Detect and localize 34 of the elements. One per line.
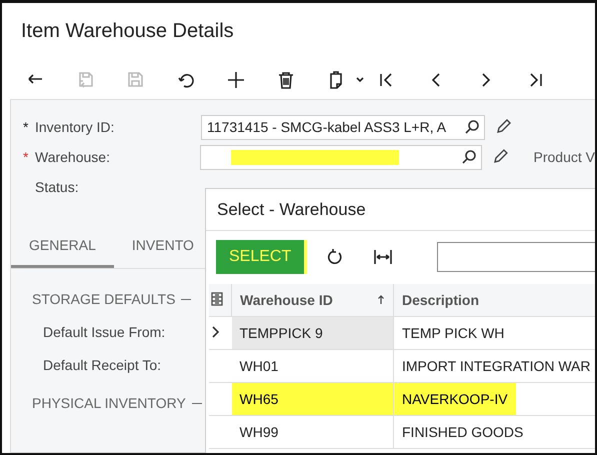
table-cell: WH99	[232, 416, 394, 448]
required-mark: *	[23, 119, 30, 135]
table-cell: TEMPPICK 9	[232, 316, 394, 350]
field-label: Inventory ID:	[35, 119, 114, 135]
tab[interactable]: INVENTO	[114, 223, 212, 268]
page-title: Item Warehouse Details	[21, 20, 235, 44]
lookup-field[interactable]: 11731415 - SMCG-kabel ASS3 L+R, A	[201, 114, 485, 140]
column-header[interactable]: Warehouse ID	[232, 284, 394, 316]
field-label: Default Issue From:	[43, 324, 166, 340]
search-field[interactable]	[437, 242, 595, 272]
search-icon[interactable]	[460, 149, 477, 165]
required-mark: *	[23, 149, 30, 165]
table-cell: NAVERKOOP-IV	[394, 383, 516, 415]
column-header[interactable]: Description	[394, 284, 595, 316]
column-settings-icon[interactable]	[211, 292, 223, 306]
field-label: Default Receipt To:	[43, 357, 162, 373]
lookup-field[interactable]	[200, 144, 482, 170]
tab[interactable]: GENERAL	[11, 223, 114, 268]
table-cell: WH65	[232, 383, 393, 415]
dialog-title: Select - Warehouse	[217, 200, 366, 219]
fit-width-icon[interactable]	[374, 248, 392, 266]
plus-icon	[225, 69, 247, 91]
section-heading: STORAGE DEFAULTS	[32, 291, 176, 307]
table-cell: TEMP PICK WH	[394, 316, 595, 350]
caret-icon	[355, 75, 365, 85]
table-cell: FINISHED GOODS	[394, 416, 595, 448]
refresh-icon[interactable]	[326, 248, 344, 266]
section-heading: PHYSICAL INVENTORY	[32, 395, 186, 411]
search-icon[interactable]	[464, 119, 480, 135]
field-label: Status:	[35, 179, 79, 195]
pencil-icon[interactable]	[495, 119, 511, 135]
field-label: Warehouse:	[35, 149, 110, 165]
pencil-icon[interactable]	[492, 149, 508, 165]
field-label: Product V	[534, 149, 595, 165]
